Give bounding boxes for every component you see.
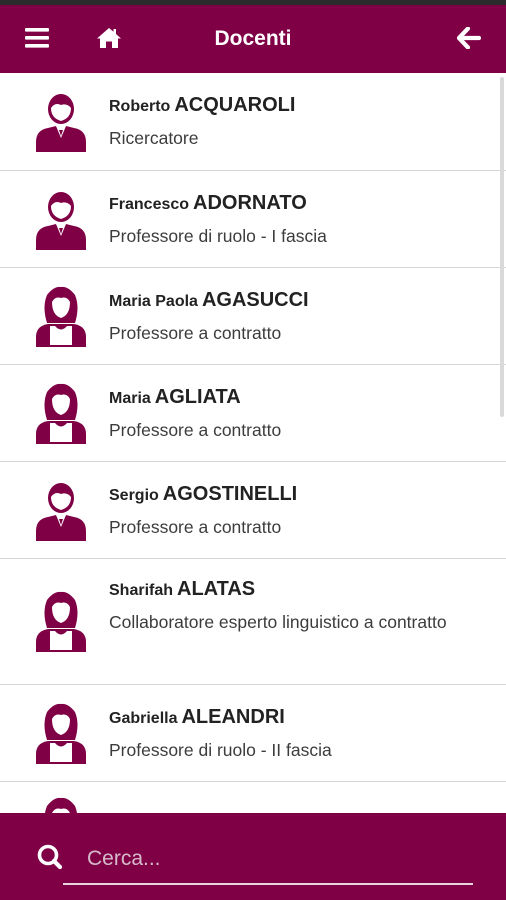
male-avatar-icon [34, 90, 88, 154]
male-avatar-icon [34, 188, 88, 252]
top-app-bar: Docenti [0, 5, 506, 73]
docente-last-name: ALEANDRI [181, 706, 285, 728]
docente-last-name: AGLIATA [154, 386, 241, 408]
female-avatar-icon [34, 796, 88, 813]
page-title: Docenti [214, 27, 292, 50]
docente-row[interactable]: Sergio AGOSTINELLI Professore a contratto [0, 462, 506, 559]
docente-role: Professore di ruolo - II fascia [109, 740, 332, 760]
docente-row[interactable]: Gabriella ALEANDRI Professore di ruolo - I… [0, 685, 506, 782]
male-avatar-icon [34, 479, 88, 543]
docente-row[interactable]: Sharifah ALATAS Collaboratore esperto ling… [0, 559, 506, 685]
docente-name: Sharifah ALATAS [109, 577, 486, 603]
docente-text: Maria Paola AGASUCCI Professore a contratt… [109, 288, 486, 348]
docente-role: Professore di ruolo - I fascia [109, 226, 327, 246]
docente-first-name: Roberto [109, 98, 171, 115]
docente-row[interactable]: Maria Paola AGASUCCI Professore a contratt… [0, 268, 506, 365]
search-input[interactable] [63, 835, 473, 885]
docente-row-partial[interactable] [0, 782, 506, 813]
docente-last-name: ALATAS [177, 578, 256, 600]
docente-row[interactable]: Maria AGLIATA Professore a contratto [0, 365, 506, 462]
docente-text: Gabriella ALEANDRI Professore di ruolo - I… [109, 705, 486, 765]
docente-role: Collaboratore esperto linguistico a cont… [109, 612, 447, 632]
docente-first-name: Maria [109, 390, 151, 407]
docenti-list[interactable]: Roberto ACQUAROLI Ricercatore Francesco ADO… [0, 73, 506, 813]
docente-name: Roberto ACQUAROLI [109, 93, 486, 119]
docente-last-name: ADORNATO [193, 192, 307, 214]
docente-name: Sergio AGOSTINELLI [109, 482, 486, 508]
docente-name: Gabriella ALEANDRI [109, 705, 486, 731]
docente-role: Professore a contratto [109, 420, 282, 440]
female-avatar-icon [34, 702, 88, 766]
docente-first-name: Sergio [109, 487, 159, 504]
docente-role: Professore a contratto [109, 323, 282, 343]
female-avatar-icon [34, 285, 88, 349]
list-scrollbar[interactable] [500, 77, 504, 417]
arrow-left-icon [457, 27, 481, 49]
back-button[interactable] [449, 19, 489, 59]
docente-role: Ricercatore [109, 128, 199, 148]
docente-text: Sergio AGOSTINELLI Professore a contratto [109, 482, 486, 542]
docente-row[interactable]: Roberto ACQUAROLI Ricercatore [0, 73, 506, 171]
docente-last-name: ACQUAROLI [174, 94, 296, 116]
docente-last-name: AGOSTINELLI [162, 483, 298, 505]
docente-text: Roberto ACQUAROLI Ricercatore [109, 93, 486, 153]
female-avatar-icon [34, 590, 88, 654]
docente-row[interactable]: Francesco ADORNATO Professore di ruolo - I… [0, 171, 506, 268]
female-avatar-icon [34, 382, 88, 446]
docente-first-name: Sharifah [109, 582, 174, 599]
docente-first-name: Gabriella [109, 710, 178, 727]
docente-role: Professore a contratto [109, 517, 282, 537]
docente-name: Francesco ADORNATO [109, 191, 486, 217]
docente-first-name: Francesco [109, 196, 190, 213]
docente-last-name: AGASUCCI [201, 289, 309, 311]
docente-name: Maria Paola AGASUCCI [109, 288, 486, 314]
docente-first-name: Maria Paola [109, 293, 198, 310]
docente-text: Francesco ADORNATO Professore di ruolo - I… [109, 191, 486, 251]
search-bar [0, 813, 506, 900]
docente-text: Sharifah ALATAS Collaboratore esperto ling… [109, 577, 486, 637]
docente-text: Maria AGLIATA Professore a contratto [109, 385, 486, 445]
docente-name: Maria AGLIATA [109, 385, 486, 411]
